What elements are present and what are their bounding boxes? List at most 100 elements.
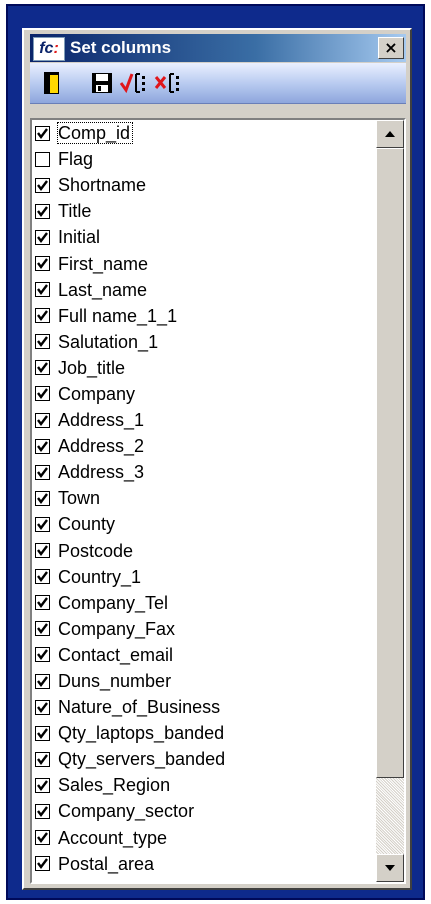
column-label: Company [58,383,136,404]
list-item[interactable]: Last_name [32,277,376,303]
column-checkbox[interactable] [35,751,50,767]
list-item[interactable]: Duns_number [32,668,376,694]
list-item[interactable]: Contact_email [32,642,376,668]
column-checkbox[interactable] [35,830,50,846]
list-item[interactable]: Title [32,198,376,224]
select-all-button[interactable] [119,71,145,95]
column-checkbox[interactable] [35,256,50,272]
list-item[interactable]: Flag [32,146,376,172]
checkmark-icon [37,649,48,661]
list-item[interactable]: Sales_Region [32,772,376,798]
column-label: Title [58,201,92,222]
list-item[interactable]: Address_2 [32,433,376,459]
column-checkbox[interactable] [35,125,50,141]
column-checkbox[interactable] [35,203,50,219]
column-checkbox[interactable] [35,386,50,402]
column-checkbox[interactable] [35,360,50,376]
list-item[interactable]: Company_Fax [32,616,376,642]
column-checkbox[interactable] [35,699,50,715]
list-item[interactable]: Company_sector [32,798,376,824]
column-checkbox[interactable] [35,412,50,428]
title-bar[interactable]: fc: Set columns × [30,34,406,62]
list-item[interactable]: Country_1 [32,564,376,590]
column-checkbox[interactable] [35,803,50,819]
column-checkbox[interactable] [35,777,50,793]
app-logo: fc: [33,37,65,61]
list-item[interactable]: Shortname [32,172,376,198]
list-item[interactable]: Postal_area [32,851,376,877]
save-disk-icon [92,73,112,93]
column-checkbox[interactable] [35,543,50,559]
column-label: Company_Tel [58,592,169,613]
window-title: Set columns [70,38,172,57]
scroll-down-button[interactable] [376,854,404,882]
checkmark-icon [37,858,48,870]
list-item[interactable]: Comp_id [32,120,376,146]
checkmark-icon [37,232,48,243]
column-checkbox[interactable] [35,490,50,506]
list-item[interactable]: Full name_1_1 [32,303,376,329]
column-checkbox[interactable] [35,334,50,350]
checkmark-icon [37,388,48,400]
column-label: Duns_number [58,671,172,692]
column-label: County [58,514,116,535]
column-checkbox[interactable] [35,516,50,532]
logo-text: fc [39,40,54,57]
column-label: Comp_id [56,122,134,145]
list-item[interactable]: Account_type [32,825,376,851]
checkmark-icon [37,519,48,530]
scrollbar-thumb[interactable] [376,148,404,778]
list-item[interactable]: Company [32,381,376,407]
column-checkbox[interactable] [35,621,50,637]
exit-button[interactable] [40,71,64,95]
deselect-all-button[interactable] [154,71,179,95]
list-item[interactable]: Company_Tel [32,590,376,616]
column-label: Company_sector [58,801,195,822]
list-item[interactable]: First_name [32,250,376,276]
list-item[interactable]: Job_title [32,355,376,381]
list-item[interactable]: Postcode [32,538,376,564]
close-button[interactable]: × [378,37,404,59]
list-item[interactable]: Qty_servers_banded [32,746,376,772]
column-checkbox[interactable] [35,464,50,480]
checkmark-icon [37,284,48,296]
columns-list-box: Comp_id Flag Shortname Title Initial First_na… [30,118,406,884]
column-checkbox[interactable] [35,856,50,872]
save-button[interactable] [90,71,114,95]
list-item[interactable]: Salutation_1 [32,329,376,355]
checkmark-icon [37,310,48,322]
list-item[interactable]: Town [32,485,376,511]
column-checkbox[interactable] [35,725,50,741]
column-checkbox[interactable] [35,308,50,324]
checkmark-icon [37,806,48,817]
columns-list[interactable]: Comp_id Flag Shortname Title Initial First_na… [32,120,376,882]
column-label: Salutation_1 [58,331,159,352]
column-label: Postal_area [58,853,155,874]
list-item[interactable]: Nature_of_Business [32,694,376,720]
scroll-up-button[interactable] [376,120,404,148]
list-item[interactable]: Address_1 [32,407,376,433]
list-item[interactable]: Qty_laptops_banded [32,720,376,746]
column-checkbox[interactable] [35,282,50,298]
column-checkbox[interactable] [35,569,50,585]
list-item[interactable]: Address_3 [32,459,376,485]
checkmark-icon [37,206,48,217]
column-checkbox[interactable] [35,673,50,689]
checkmark-icon [37,362,48,374]
list-item[interactable]: Initial [32,224,376,250]
logo-colon: : [53,40,59,57]
column-checkbox[interactable] [35,647,50,663]
column-label: Full name_1_1 [58,305,178,326]
list-item[interactable]: County [32,511,376,537]
column-label: Contact_email [58,644,174,665]
column-label: Address_2 [58,436,145,457]
column-checkbox[interactable] [35,438,50,454]
vertical-scrollbar[interactable] [376,120,404,882]
checkmark-icon [37,467,48,478]
checkmark-icon [37,336,48,348]
column-checkbox[interactable] [35,151,50,167]
column-label: Address_3 [58,462,145,483]
column-checkbox[interactable] [35,177,50,193]
column-checkbox[interactable] [35,595,50,611]
column-checkbox[interactable] [35,229,50,245]
